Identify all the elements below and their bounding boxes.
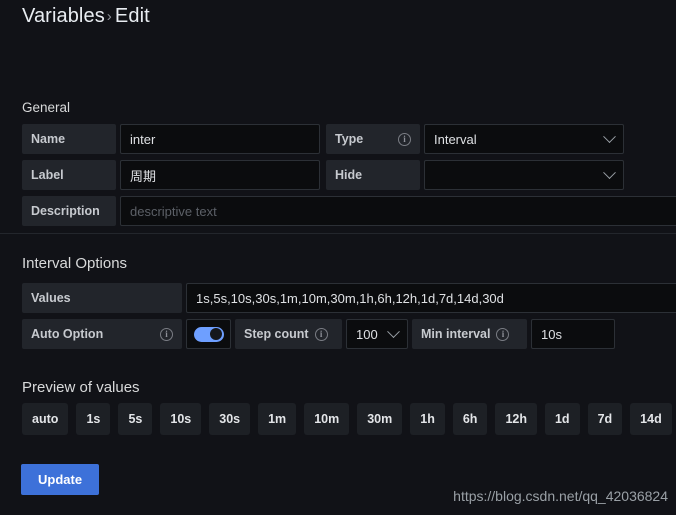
watermark-text: https://blog.csdn.net/qq_42036824 xyxy=(453,488,668,504)
preview-value-chip[interactable]: 10s xyxy=(160,403,202,435)
info-circle-icon[interactable]: i xyxy=(398,132,411,146)
values-label: Values xyxy=(22,283,182,313)
preview-value-chip[interactable]: 1s xyxy=(76,403,111,435)
update-button[interactable]: Update xyxy=(21,464,100,495)
preview-value-chip[interactable]: 7d xyxy=(587,403,623,435)
min-interval-label-text: Min interval xyxy=(421,327,491,341)
info-circle-icon[interactable]: i xyxy=(314,327,328,341)
preview-value-chip[interactable]: 14d xyxy=(630,403,672,435)
preview-value-chip[interactable]: 1d xyxy=(544,403,580,435)
hide-select[interactable] xyxy=(424,160,624,190)
description-input[interactable]: descriptive text xyxy=(120,196,676,226)
breadcrumb-current: Edit xyxy=(114,5,150,27)
step-count-label-text: Step count xyxy=(244,327,309,341)
type-select-value: Interval xyxy=(434,131,477,147)
chevron-down-icon xyxy=(603,165,616,179)
values-input[interactable]: 1s,5s,10s,30s,1m,10m,30m,1h,6h,12h,1d,7d… xyxy=(186,283,676,313)
chevron-down-icon xyxy=(603,129,616,143)
section-title-preview-of-values: Preview of values xyxy=(22,379,140,396)
step-count-select[interactable]: 100 xyxy=(346,319,408,349)
auto-option-toggle[interactable] xyxy=(186,319,231,349)
name-label: Name xyxy=(22,124,116,154)
breadcrumb-separator-icon: › xyxy=(106,8,112,25)
preview-value-chip[interactable]: auto xyxy=(22,403,69,435)
label-label: Label xyxy=(22,160,116,190)
auto-option-label-text: Auto Option xyxy=(31,327,104,341)
field-row-values: Values 1s,5s,10s,30s,1m,10m,30m,1h,6h,12… xyxy=(22,283,676,313)
section-title-general: General xyxy=(22,100,71,115)
chevron-down-icon xyxy=(387,324,400,338)
hide-label: Hide xyxy=(326,160,420,190)
step-count-value: 100 xyxy=(356,326,378,342)
breadcrumb-root[interactable]: Variables xyxy=(22,5,105,27)
preview-value-chip[interactable]: 5s xyxy=(118,403,153,435)
step-count-label: Step count i xyxy=(235,319,342,349)
breadcrumb: Variables › Edit xyxy=(22,5,150,28)
preview-value-chip[interactable]: 12h xyxy=(495,403,537,435)
field-row-name: Name inter xyxy=(22,124,320,154)
preview-value-chip[interactable]: 1m xyxy=(258,403,297,435)
description-label: Description xyxy=(22,196,116,226)
preview-value-chip[interactable]: 6h xyxy=(452,403,488,435)
field-row-description: Description descriptive text xyxy=(22,196,676,226)
info-circle-icon[interactable]: i xyxy=(160,327,173,341)
type-label-text: Type xyxy=(335,132,364,146)
type-label: Type i xyxy=(326,124,420,154)
type-select[interactable]: Interval xyxy=(424,124,624,154)
field-row-label: Label 周期 xyxy=(22,160,320,190)
preview-values-list: auto1s5s10s30s1m10m30m1h6h12h1d7d14d30d xyxy=(22,403,676,435)
preview-value-chip[interactable]: 1h xyxy=(410,403,445,435)
auto-option-label: Auto Option i xyxy=(22,319,182,349)
toggle-switch-on xyxy=(193,326,224,342)
min-interval-label: Min interval i xyxy=(412,319,527,349)
label-input[interactable]: 周期 xyxy=(120,160,320,190)
info-circle-icon[interactable]: i xyxy=(496,327,510,341)
field-row-hide: Hide xyxy=(326,160,624,190)
section-title-interval-options: Interval Options xyxy=(22,255,128,272)
preview-value-chip[interactable]: 30s xyxy=(209,403,251,435)
name-input[interactable]: inter xyxy=(120,124,320,154)
min-interval-input[interactable]: 10s xyxy=(531,319,615,349)
section-divider xyxy=(0,233,676,234)
preview-value-chip[interactable]: 30m xyxy=(357,403,403,435)
preview-value-chip[interactable]: 10m xyxy=(304,403,350,435)
field-row-type: Type i Interval xyxy=(326,124,624,154)
field-row-auto-option: Auto Option i Step count i 100 Min inter… xyxy=(22,319,615,349)
